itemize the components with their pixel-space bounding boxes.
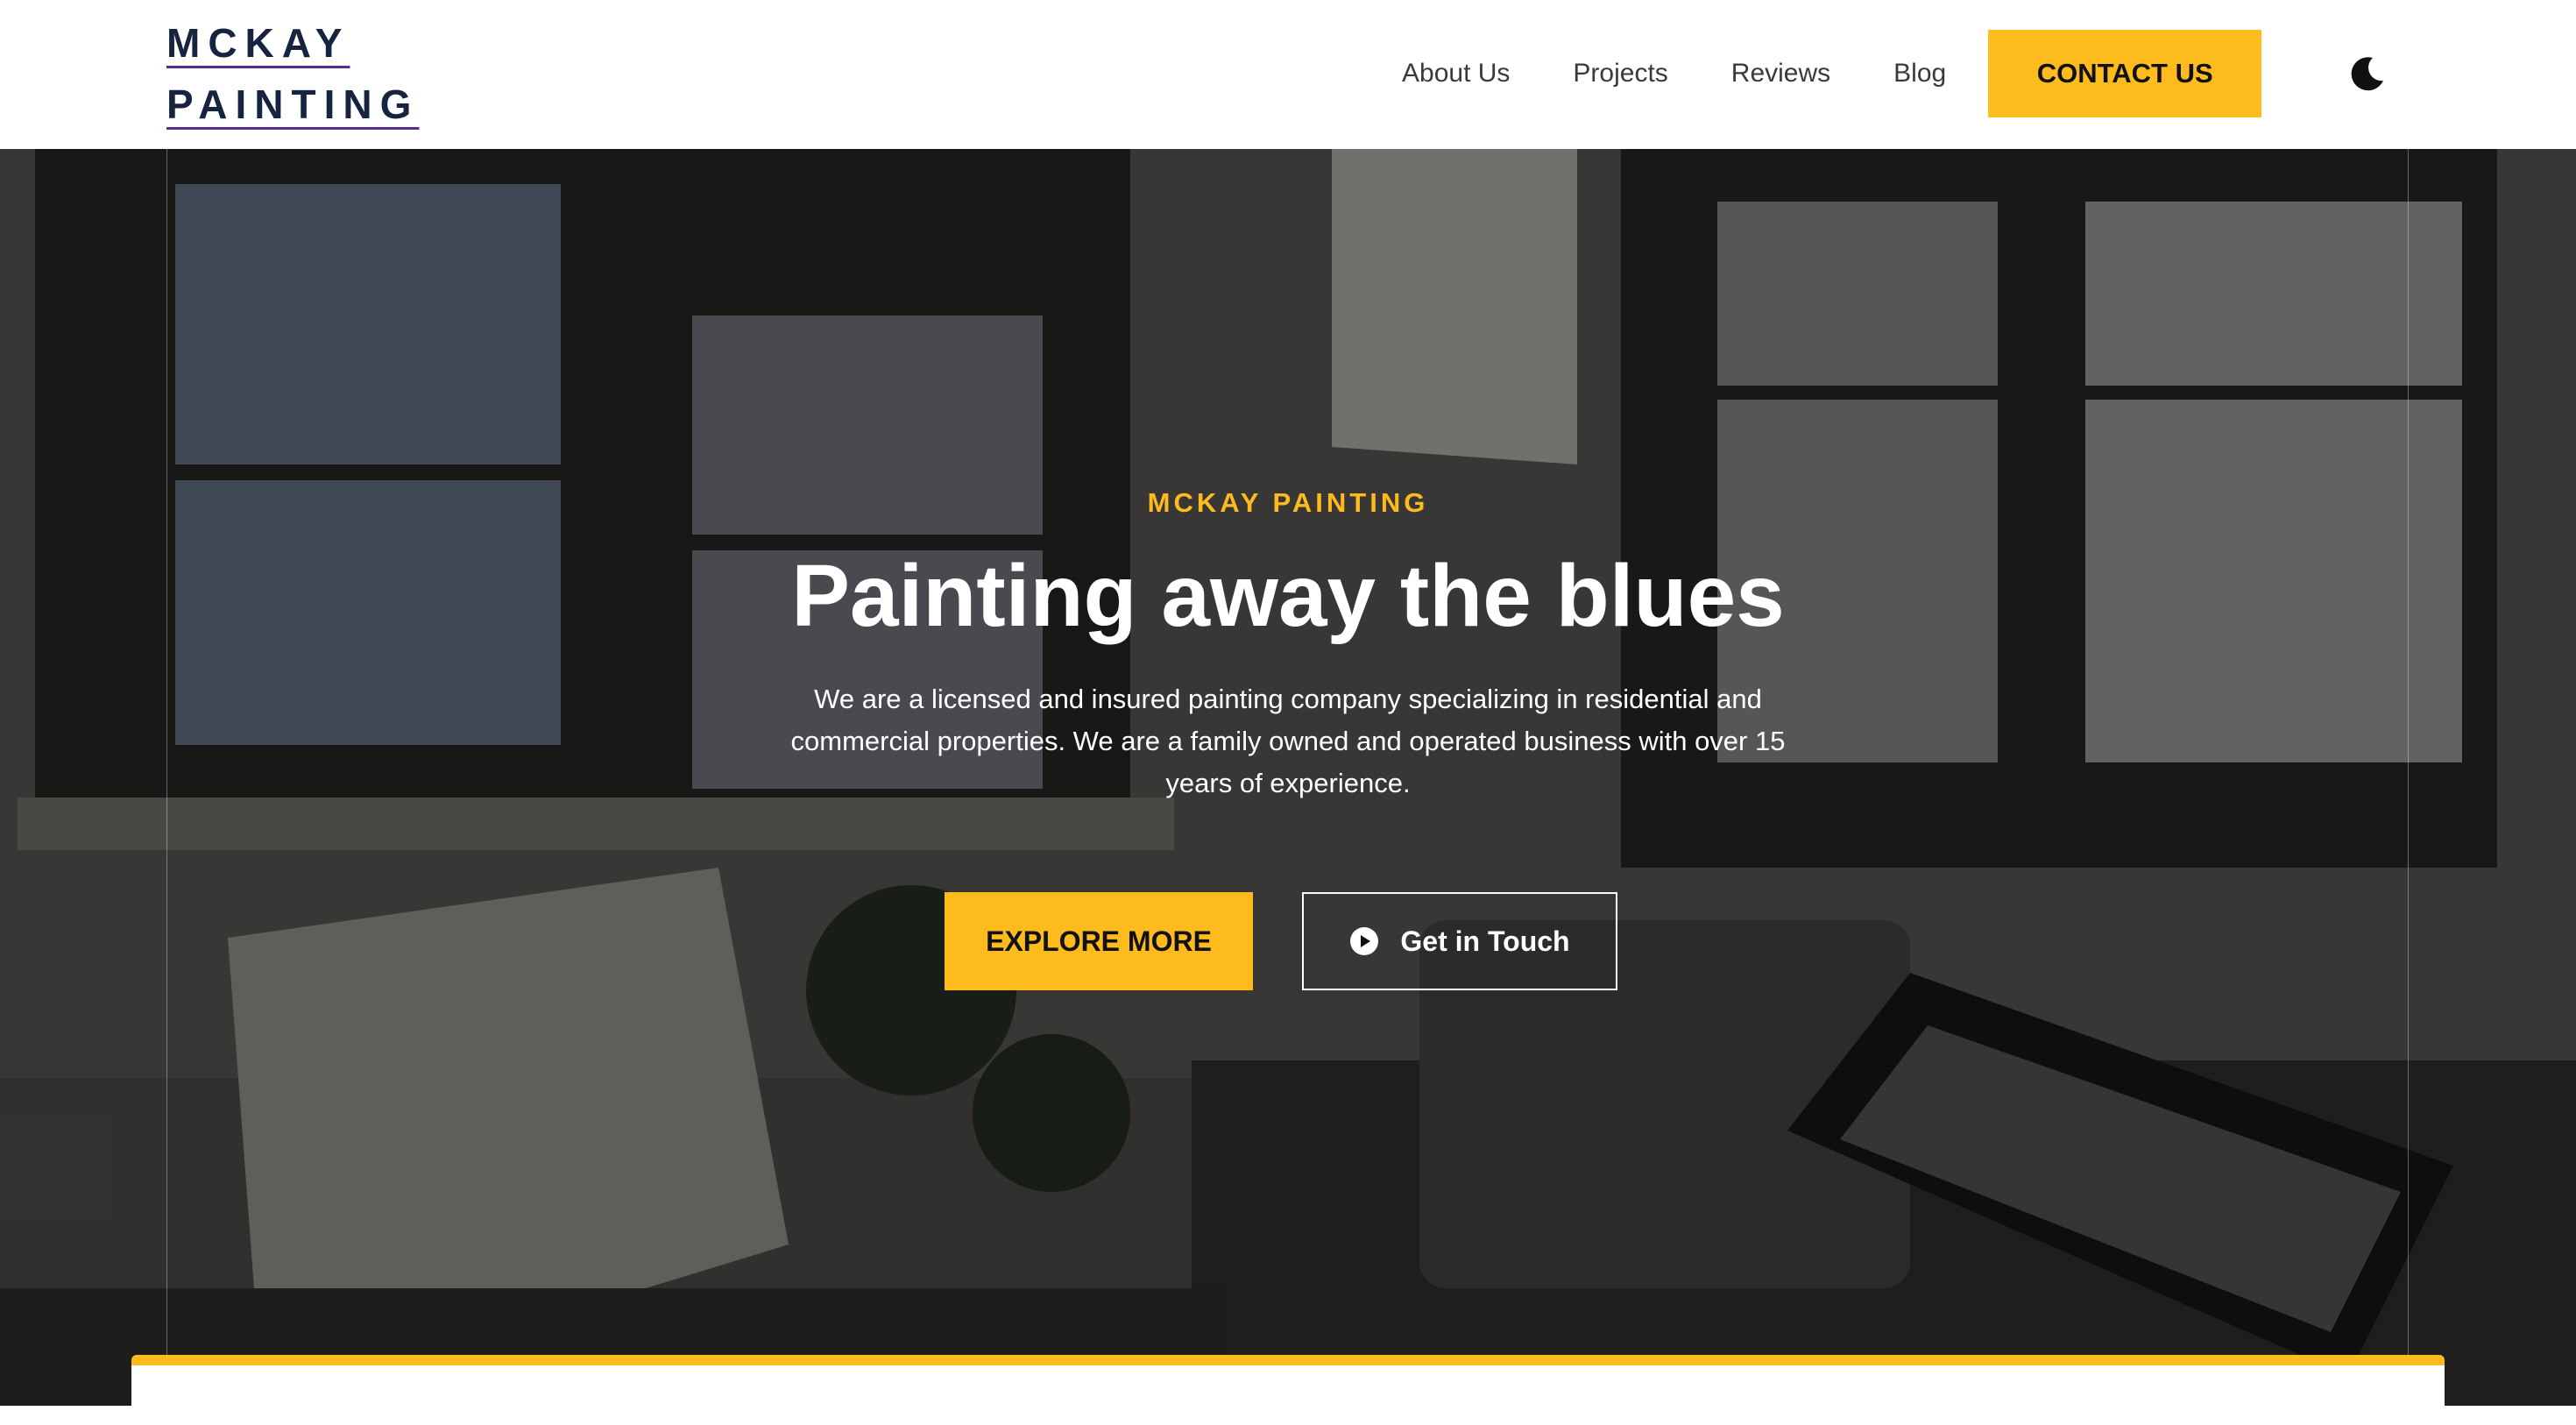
- brand-logo-line-1: MCKAY: [166, 20, 350, 66]
- contact-us-button[interactable]: CONTACT US: [1988, 30, 2262, 117]
- brand-logo-line-2: PAINTING: [166, 82, 420, 127]
- main-nav: About Us Projects Reviews Blog CONTACT U…: [1402, 30, 2262, 117]
- get-in-touch-label: Get in Touch: [1400, 925, 1570, 957]
- brand-logo[interactable]: MCKAY PAINTING: [166, 12, 447, 135]
- nav-link-about-us[interactable]: About Us: [1402, 59, 1510, 89]
- nav-link-reviews[interactable]: Reviews: [1731, 59, 1830, 89]
- info-card: [131, 1355, 2445, 1425]
- get-in-touch-button[interactable]: Get in Touch: [1302, 892, 1617, 990]
- right-guide-line: [2408, 149, 2409, 1358]
- hero-title: Painting away the blues: [791, 547, 1785, 645]
- hero-description: We are a licensed and insured painting c…: [790, 684, 1786, 798]
- site-header: MCKAY PAINTING About Us Projects Reviews…: [0, 0, 2576, 149]
- hero-eyebrow: MCKAY PAINTING: [1147, 487, 1429, 518]
- nav-link-blog[interactable]: Blog: [1893, 59, 1946, 89]
- hero-section: MCKAY PAINTING Painting away the blues W…: [0, 149, 2576, 1406]
- left-guide-line: [166, 149, 167, 1358]
- moon-icon[interactable]: [2348, 54, 2387, 93]
- nav-link-projects[interactable]: Projects: [1573, 59, 1667, 89]
- explore-more-button[interactable]: EXPLORE MORE: [945, 892, 1253, 990]
- play-circle-icon: [1350, 927, 1379, 955]
